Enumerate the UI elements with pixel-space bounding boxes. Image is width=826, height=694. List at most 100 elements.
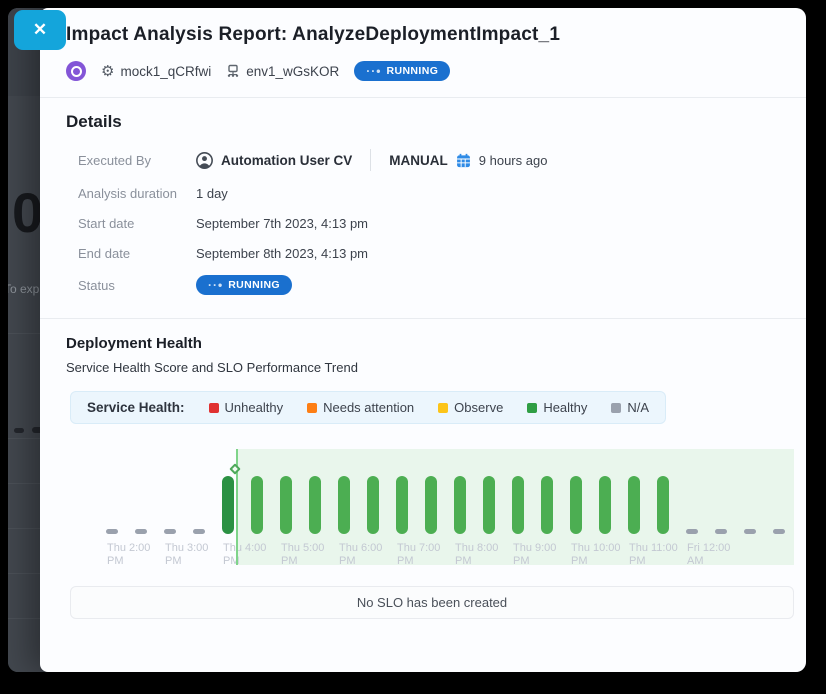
close-drawer-button[interactable]: ✕ [14, 10, 66, 50]
detail-value: ··• RUNNING [196, 275, 292, 295]
health-bar-healthy[interactable] [454, 476, 466, 534]
executed-by-user: Automation User CV [221, 153, 352, 168]
legend-item: Unhealthy [209, 400, 284, 415]
backdrop-dash [14, 428, 24, 433]
legend-item: Observe [438, 400, 503, 415]
mock-service-chip[interactable]: ⚙ mock1_qCRfwi [101, 64, 211, 79]
health-bar-healthy[interactable] [280, 476, 292, 534]
details-heading: Details [66, 98, 784, 132]
status-badge: ··• RUNNING [354, 61, 450, 81]
health-bar-na[interactable] [773, 529, 785, 534]
legend-item: Needs attention [307, 400, 414, 415]
service-health-legend: Service Health: Unhealthy Needs attention… [70, 391, 666, 424]
legend-swatch-icon [307, 403, 317, 413]
slo-empty-state: No SLO has been created [70, 586, 794, 619]
report-avatar-icon [66, 61, 86, 81]
status-badge-label: RUNNING [228, 279, 280, 291]
detail-label: Executed By [78, 153, 196, 168]
health-bar-healthy[interactable] [483, 476, 495, 534]
x-axis-tick-label: Thu 2:00PM [107, 542, 150, 567]
legend-item-label: Healthy [543, 400, 587, 415]
detail-value: September 7th 2023, 4:13 pm [196, 216, 368, 231]
x-axis-tick-label: Thu 3:00PM [165, 542, 208, 567]
environment-icon [226, 64, 240, 78]
detail-row-end-date: End date September 8th 2023, 4:13 pm [66, 238, 784, 268]
deployment-health-heading: Deployment Health [66, 319, 784, 352]
health-bar-na[interactable] [135, 529, 147, 534]
detail-row-analysis-duration: Analysis duration 1 day [66, 178, 784, 208]
health-bar-healthy[interactable] [425, 476, 437, 534]
detail-value: 1 day [196, 186, 228, 201]
legend-swatch-icon [209, 403, 219, 413]
legend-item-label: Unhealthy [225, 400, 284, 415]
health-score-chart[interactable]: Thu 2:00PM Thu 3:00PM Thu 4:00PM Thu 5:00PM… [70, 438, 794, 576]
legend-swatch-icon [611, 403, 621, 413]
status-badge-label: RUNNING [386, 65, 438, 77]
environment-chip[interactable]: env1_wGsKOR [226, 64, 339, 79]
health-bar-na[interactable] [193, 529, 205, 534]
health-bar-na[interactable] [164, 529, 176, 534]
health-bar-healthy[interactable] [338, 476, 350, 534]
legend-item-label: Needs attention [323, 400, 414, 415]
x-axis-tick-label: Thu 6:00PM [339, 542, 382, 567]
health-bar-healthy[interactable] [367, 476, 379, 534]
legend-item-label: Observe [454, 400, 503, 415]
gear-icon: ⚙ [101, 64, 114, 79]
legend-title: Service Health: [87, 400, 185, 415]
health-bar-na[interactable] [106, 529, 118, 534]
x-axis-tick-label: Thu 4:00PM [223, 542, 266, 567]
report-meta-row: ⚙ mock1_qCRfwi env1_wGsKOR ··• [66, 61, 784, 81]
executed-time: 9 hours ago [479, 153, 548, 168]
deployment-health-subtitle: Service Health Score and SLO Performance… [66, 360, 784, 375]
value-divider [370, 149, 371, 171]
x-axis-tick-label: Thu 9:00PM [513, 542, 556, 567]
legend-item: N/A [611, 400, 649, 415]
close-icon: ✕ [33, 20, 47, 40]
detail-value: September 8th 2023, 4:13 pm [196, 246, 368, 261]
details-table: Executed By Automation User CV MANUAL [66, 142, 784, 302]
slo-empty-message: No SLO has been created [357, 595, 507, 610]
environment-name: env1_wGsKOR [246, 64, 339, 79]
detail-label: Start date [78, 216, 196, 231]
health-bar-healthy[interactable] [251, 476, 263, 534]
calendar-icon [456, 153, 471, 168]
detail-label: Status [78, 278, 196, 293]
detail-label: Analysis duration [78, 186, 196, 201]
health-bar-na[interactable] [744, 529, 756, 534]
x-axis-tick-label: Fri 12:00AM [687, 542, 730, 567]
running-dots-icon: ··• [208, 279, 223, 291]
legend-item: Healthy [527, 400, 587, 415]
x-axis-tick-label: Thu 11:00PM [629, 542, 678, 567]
health-bar-healthy[interactable] [570, 476, 582, 534]
health-bar-na[interactable] [686, 529, 698, 534]
detail-value: Automation User CV MANUAL 9 hour [196, 149, 547, 171]
health-bar-healthy[interactable] [309, 476, 321, 534]
trigger-type: MANUAL [389, 153, 448, 168]
detail-row-executed-by: Executed By Automation User CV MANUAL [66, 142, 784, 178]
detail-row-status: Status ··• RUNNING [66, 268, 784, 302]
detail-label: End date [78, 246, 196, 261]
health-bar-healthy[interactable] [222, 476, 234, 534]
running-dots-icon: ··• [366, 65, 381, 77]
status-badge: ··• RUNNING [196, 275, 292, 295]
impact-analysis-drawer: Impact Analysis Report: AnalyzeDeploymen… [40, 8, 806, 672]
health-bar-healthy[interactable] [628, 476, 640, 534]
app-frame: 0 To exp ✕ Impact Analysis Report: Analy… [8, 8, 806, 672]
health-bar-healthy[interactable] [599, 476, 611, 534]
x-axis-tick-label: Thu 7:00PM [397, 542, 440, 567]
health-bar-healthy[interactable] [512, 476, 524, 534]
x-axis-tick-label: Thu 8:00PM [455, 542, 498, 567]
health-bar-healthy[interactable] [541, 476, 553, 534]
x-axis-tick-label: Thu 5:00PM [281, 542, 324, 567]
legend-swatch-icon [438, 403, 448, 413]
health-bar-healthy[interactable] [396, 476, 408, 534]
health-bar-na[interactable] [715, 529, 727, 534]
page-title: Impact Analysis Report: AnalyzeDeploymen… [66, 8, 784, 46]
backdrop-partial-text: To exp [8, 282, 39, 296]
user-icon [196, 152, 213, 169]
mock-service-name: mock1_qCRfwi [120, 64, 211, 79]
detail-row-start-date: Start date September 7th 2023, 4:13 pm [66, 208, 784, 238]
health-bar-healthy[interactable] [657, 476, 669, 534]
legend-swatch-icon [527, 403, 537, 413]
x-axis-tick-label: Thu 10:00PM [571, 542, 621, 567]
